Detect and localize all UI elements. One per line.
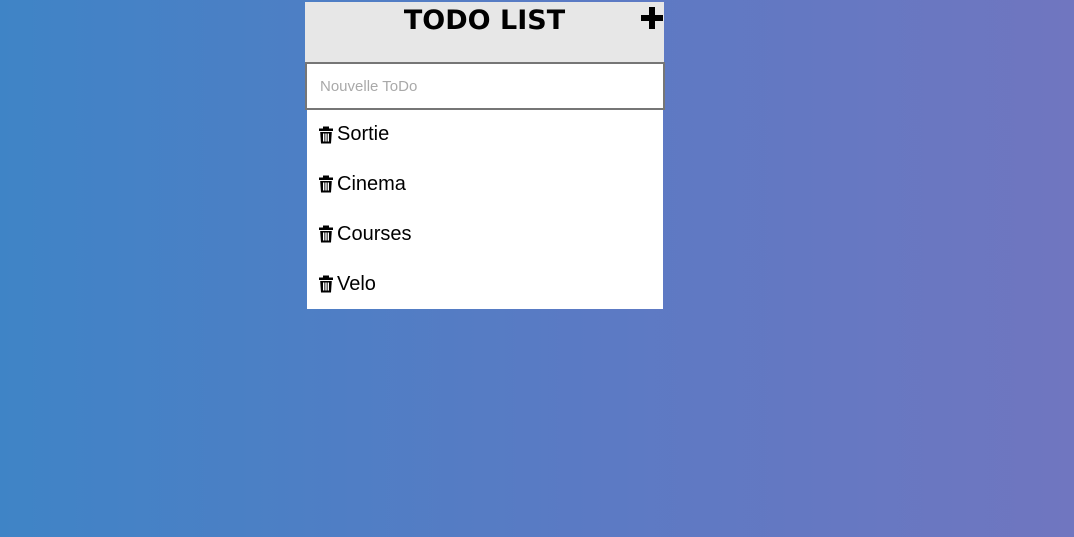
header: TODO LIST [305,2,664,62]
trash-icon[interactable] [318,175,334,193]
trash-icon[interactable] [318,225,334,243]
trash-icon[interactable] [318,126,334,144]
todo-app: TODO LIST Sortie [305,2,665,309]
list-item: Cinema [307,159,663,209]
new-todo-input[interactable] [307,64,663,108]
plus-icon [641,7,663,29]
todo-label: Courses [337,222,412,245]
add-todo-button[interactable] [640,4,664,32]
todo-label: Sortie [337,123,390,145]
trash-icon[interactable] [318,275,334,293]
list-item: Sortie [307,110,663,159]
todo-label: Cinema [337,172,406,195]
page-title: TODO LIST [403,5,566,36]
todo-label: Velo [337,272,376,295]
todo-list: Sortie Cinema Courses Velo [307,110,663,309]
new-todo-field [305,62,665,110]
list-item: Courses [307,209,663,259]
list-item: Velo [307,259,663,309]
